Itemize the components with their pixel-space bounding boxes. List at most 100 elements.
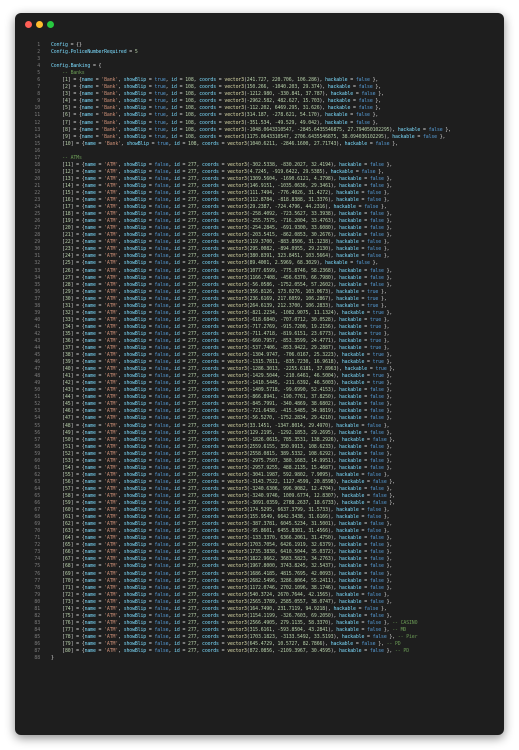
line-number: 54	[34, 415, 40, 422]
line-number: 77	[34, 577, 40, 584]
line-number: 38	[34, 302, 40, 309]
line-number: 83	[34, 619, 40, 626]
line-text: [55] = {name = 'ATM', showBlip = false, …	[51, 471, 390, 478]
line-text: [38] = {name = 'ATM', showBlip = false, …	[51, 352, 393, 359]
atm-entry: 28 [21] = {name = 'ATM', showBlip = fals…	[15, 232, 504, 239]
line-number: 32	[34, 260, 40, 267]
atm-entry: 39 [32] = {name = 'ATM', showBlip = fals…	[15, 310, 504, 317]
atm-entry: 44 [37] = {name = 'ATM', showBlip = fals…	[15, 345, 504, 352]
line-number: 10	[34, 105, 40, 112]
minimize-window-icon[interactable]	[36, 21, 43, 28]
line-number: 3	[37, 56, 40, 63]
atm-entry: 64 [57] = {name = 'ATM', showBlip = fals…	[15, 486, 504, 493]
line-text: [45] = {name = 'ATM', showBlip = false, …	[51, 401, 393, 408]
atm-entry: 22 [15] = {name = 'ATM', showBlip = fals…	[15, 190, 504, 197]
line-text: [52] = {name = 'ATM', showBlip = false, …	[51, 450, 393, 457]
line-text: [43] = {name = 'ATM', showBlip = false, …	[51, 387, 393, 394]
atm-entry: 67 [60] = {name = 'ATM', showBlip = fals…	[15, 507, 504, 514]
line-number: 84	[34, 626, 40, 633]
line-text: [3] = {name = 'Bank', showBlip = true, i…	[51, 91, 384, 98]
line-number: 4	[37, 63, 40, 70]
atm-entry: 52 [45] = {name = 'ATM', showBlip = fals…	[15, 401, 504, 408]
line-number: 43	[34, 337, 40, 344]
line-number: 18	[34, 161, 40, 168]
line-number: 11	[34, 112, 40, 119]
atm-entry: 35 [28] = {name = 'ATM', showBlip = fals…	[15, 282, 504, 289]
line-text: [53] = {name = 'ATM', showBlip = false, …	[51, 457, 393, 464]
atm-entry: 50 [43] = {name = 'ATM', showBlip = fals…	[15, 387, 504, 394]
atm-entry: 83 [76] = {name = 'ATM', showBlip = fals…	[15, 620, 504, 627]
line-number: 2	[37, 49, 40, 56]
line-number: 88	[34, 655, 40, 662]
line-text: [16] = {name = 'ATM', showBlip = false, …	[51, 197, 390, 204]
bank-entry: 11 [6] = {name = 'Bank', showBlip = true…	[15, 112, 504, 119]
line-text: [17] = {name = 'ATM', showBlip = false, …	[51, 204, 387, 211]
atm-entry: 78 [71] = {name = 'ATM', showBlip = fals…	[15, 585, 504, 592]
line-text: [63] = {name = 'ATM', showBlip = false, …	[51, 528, 390, 535]
maximize-window-icon[interactable]	[47, 21, 54, 28]
atm-entry: 40 [33] = {name = 'ATM', showBlip = fals…	[15, 317, 504, 324]
line-text: [65] = {name = 'ATM', showBlip = false, …	[51, 542, 393, 549]
atm-entry: 43 [36] = {name = 'ATM', showBlip = fals…	[15, 338, 504, 345]
line-number: 45	[34, 352, 40, 359]
line-text: [61] = {name = 'ATM', showBlip = false, …	[51, 514, 390, 521]
code-area[interactable]: 1 Config = {} 2 Config.PoliceNumberRequired…	[15, 42, 504, 735]
atm-entry: 63 [56] = {name = 'ATM', showBlip = fals…	[15, 479, 504, 486]
line-number: 86	[34, 640, 40, 647]
line-text: [35] = {name = 'ATM', showBlip = false, …	[51, 330, 390, 337]
line-text: [64] = {name = 'ATM', showBlip = false, …	[51, 535, 393, 542]
line-number: 74	[34, 556, 40, 563]
line-number: 26	[34, 218, 40, 225]
line-text: [80] = {name = 'ATM', showBlip = false, …	[51, 648, 409, 655]
bank-entry: 14 [9] = {name = 'Bank', showBlip = true…	[15, 134, 504, 141]
atm-entry: 23 [16] = {name = 'ATM', showBlip = fals…	[15, 197, 504, 204]
line-text: [14] = {name = 'ATM', showBlip = false, …	[51, 182, 393, 189]
line-number: 6	[37, 77, 40, 84]
bank-entry: 13 [8] = {name = 'Bank', showBlip = true…	[15, 127, 504, 134]
line-number: 81	[34, 605, 40, 612]
line-text: [31] = {name = 'ATM', showBlip = false, …	[51, 302, 387, 309]
line-text: [33] = {name = 'ATM', showBlip = false, …	[51, 316, 390, 323]
atm-entry: 27 [20] = {name = 'ATM', showBlip = fals…	[15, 225, 504, 232]
line-number: 49	[34, 380, 40, 387]
line-text: [29] = {name = 'ATM', showBlip = false, …	[51, 288, 387, 295]
line-text: [62] = {name = 'ATM', showBlip = false, …	[51, 521, 393, 528]
line-text: [37] = {name = 'ATM', showBlip = false, …	[51, 345, 390, 352]
code-line: 1 Config = {}	[15, 42, 504, 49]
code-editor-window: 1 Config = {} 2 Config.PoliceNumberRequired…	[15, 13, 504, 735]
line-number: 25	[34, 211, 40, 218]
line-text: [71] = {name = 'ATM', showBlip = false, …	[51, 584, 393, 591]
atm-entry: 18 [11] = {name = 'ATM', showBlip = fals…	[15, 162, 504, 169]
atm-entry: 80 [73] = {name = 'ATM', showBlip = fals…	[15, 599, 504, 606]
atm-entry: 72 [65] = {name = 'ATM', showBlip = fals…	[15, 542, 504, 549]
line-number: 56	[34, 429, 40, 436]
line-text: [69] = {name = 'ATM', showBlip = false, …	[51, 570, 393, 577]
line-number: 52	[34, 401, 40, 408]
close-window-icon[interactable]	[25, 21, 32, 28]
bank-entry: 7 [2] = {name = 'Bank', showBlip = true,…	[15, 84, 504, 91]
atm-entry: 81 [74] = {name = 'ATM', showBlip = fals…	[15, 606, 504, 613]
bank-entry: 12 [7] = {name = 'Bank', showBlip = true…	[15, 120, 504, 127]
line-number: 69	[34, 521, 40, 528]
line-text: [75] = {name = 'ATM', showBlip = false, …	[51, 612, 393, 619]
line-number: 58	[34, 443, 40, 450]
atm-entry: 71 [64] = {name = 'ATM', showBlip = fals…	[15, 535, 504, 542]
atm-entry: 76 [69] = {name = 'ATM', showBlip = fals…	[15, 571, 504, 578]
line-number: 73	[34, 549, 40, 556]
line-text: [27] = {name = 'ATM', showBlip = false, …	[51, 274, 393, 281]
line-number: 55	[34, 422, 40, 429]
line-number: 51	[34, 394, 40, 401]
line-number: 39	[34, 309, 40, 316]
line-number: 48	[34, 373, 40, 380]
line-number: 70	[34, 528, 40, 535]
line-number: 80	[34, 598, 40, 605]
line-text: [70] = {name = 'ATM', showBlip = false, …	[51, 577, 393, 584]
line-number: 44	[34, 345, 40, 352]
line-number: 9	[37, 98, 40, 105]
line-text: [67] = {name = 'ATM', showBlip = false, …	[51, 556, 393, 563]
line-number: 53	[34, 408, 40, 415]
line-number: 42	[34, 330, 40, 337]
line-number: 31	[34, 253, 40, 260]
atm-entry: 84 [77] = {name = 'ATM', showBlip = fals…	[15, 627, 504, 634]
line-number: 65	[34, 493, 40, 499]
